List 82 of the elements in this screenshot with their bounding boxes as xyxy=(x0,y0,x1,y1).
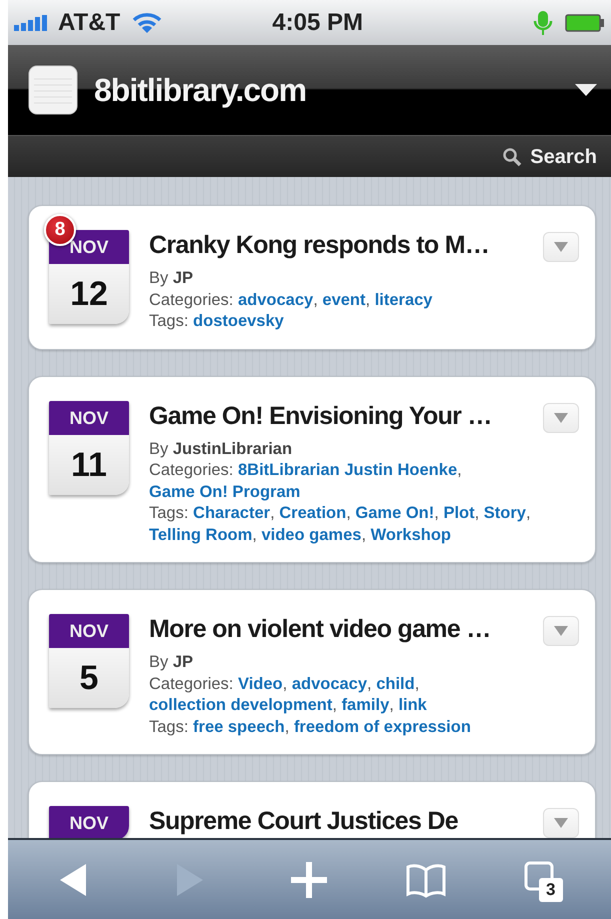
notepad-icon xyxy=(28,65,78,115)
tag-link[interactable]: Game On! Program xyxy=(149,482,300,500)
caret-icon xyxy=(575,84,597,96)
categories-label: Categories: xyxy=(149,290,234,308)
expand-button[interactable] xyxy=(543,402,579,432)
tag-link[interactable]: event xyxy=(322,290,366,308)
clock-time: 4:05 PM xyxy=(271,8,364,38)
expand-button[interactable] xyxy=(543,616,579,646)
categories-label: Categories: xyxy=(149,674,234,692)
tag-link[interactable]: child xyxy=(376,674,415,692)
caret-icon xyxy=(554,626,568,636)
tag-link[interactable]: advocacy xyxy=(238,290,314,308)
tags-label: Tags: xyxy=(149,504,188,522)
comma-separator: , xyxy=(526,504,531,522)
post-title[interactable]: More on violent video game … xyxy=(149,614,491,644)
comma-separator: , xyxy=(270,504,275,522)
tag-link[interactable]: literacy xyxy=(374,290,432,308)
author-link[interactable]: JP xyxy=(172,653,194,671)
tag-link[interactable]: Story xyxy=(484,504,526,522)
tag-link[interactable]: freedom of expression xyxy=(294,718,471,736)
caret-icon xyxy=(554,818,568,828)
tag-link[interactable]: video games xyxy=(261,526,362,544)
month-label: NOV xyxy=(49,806,129,838)
tags-label: Tags: xyxy=(149,718,188,736)
tag-link[interactable]: collection development xyxy=(149,696,332,714)
comma-separator: , xyxy=(252,526,257,544)
tag-link[interactable]: family xyxy=(342,696,390,714)
by-label: By xyxy=(149,440,168,458)
by-label: By xyxy=(149,653,168,671)
comma-separator: , xyxy=(457,461,462,479)
signal-icon xyxy=(14,14,50,30)
tag-link[interactable]: Plot xyxy=(443,504,475,522)
comma-separator: , xyxy=(282,674,288,692)
month-label: NOV xyxy=(49,614,129,648)
day-number: 11 xyxy=(49,434,129,494)
search-button[interactable]: Search xyxy=(502,142,597,172)
search-icon xyxy=(502,146,522,166)
day-number: 5 xyxy=(49,648,129,708)
comma-separator: , xyxy=(361,526,366,544)
comma-separator: , xyxy=(434,504,439,522)
caret-icon xyxy=(554,242,568,252)
tag-link[interactable]: Telling Room xyxy=(149,526,252,544)
tags-label: Tags: xyxy=(149,312,188,330)
tag-link[interactable]: advocacy xyxy=(292,674,368,692)
categories-label: Categories: xyxy=(149,461,234,479)
comma-separator: , xyxy=(284,718,290,736)
tab-count: 3 xyxy=(538,878,563,902)
tag-link[interactable]: 8BitLibrarian Justin Hoenke xyxy=(238,461,458,479)
expand-button[interactable] xyxy=(543,232,579,262)
comma-separator: , xyxy=(313,290,318,308)
microphone-icon xyxy=(533,8,553,36)
tabs-button[interactable]: 3 xyxy=(518,856,567,904)
expand-button[interactable] xyxy=(543,808,579,838)
tag-link[interactable]: Character xyxy=(193,504,270,522)
comma-separator: , xyxy=(414,674,420,692)
comma-separator: , xyxy=(366,290,370,308)
comma-separator: , xyxy=(367,674,372,692)
by-label: By xyxy=(149,269,168,287)
post-title[interactable]: Game On! Envisioning Your … xyxy=(149,400,492,430)
comma-separator: , xyxy=(389,696,394,714)
month-label: NOV xyxy=(49,400,129,434)
carrier-name: AT&T xyxy=(58,8,120,38)
site-title: 8bitlibrary.com xyxy=(94,71,308,110)
tag-link[interactable]: free speech xyxy=(193,718,285,736)
author-link[interactable]: JP xyxy=(172,269,194,287)
comma-separator: , xyxy=(346,504,351,522)
tag-link[interactable]: dostoevsky xyxy=(193,312,284,330)
post-title[interactable]: Cranky Kong responds to M… xyxy=(149,230,490,260)
caret-icon xyxy=(554,412,568,422)
tag-link[interactable]: Game On! xyxy=(355,504,434,522)
add-icon xyxy=(289,860,330,900)
author-link[interactable]: JustinLibrarian xyxy=(172,440,292,458)
tag-link[interactable]: Video xyxy=(238,674,283,692)
tag-link[interactable]: link xyxy=(398,696,427,714)
comma-separator: , xyxy=(474,504,480,522)
day-number: 12 xyxy=(49,264,129,324)
tag-link[interactable]: Workshop xyxy=(370,526,451,544)
battery-icon xyxy=(565,14,605,32)
post-title[interactable]: Supreme Court Justices De xyxy=(149,806,458,836)
comma-separator: , xyxy=(332,696,337,714)
tag-link[interactable]: Creation xyxy=(279,504,346,522)
wifi-icon xyxy=(132,12,162,34)
